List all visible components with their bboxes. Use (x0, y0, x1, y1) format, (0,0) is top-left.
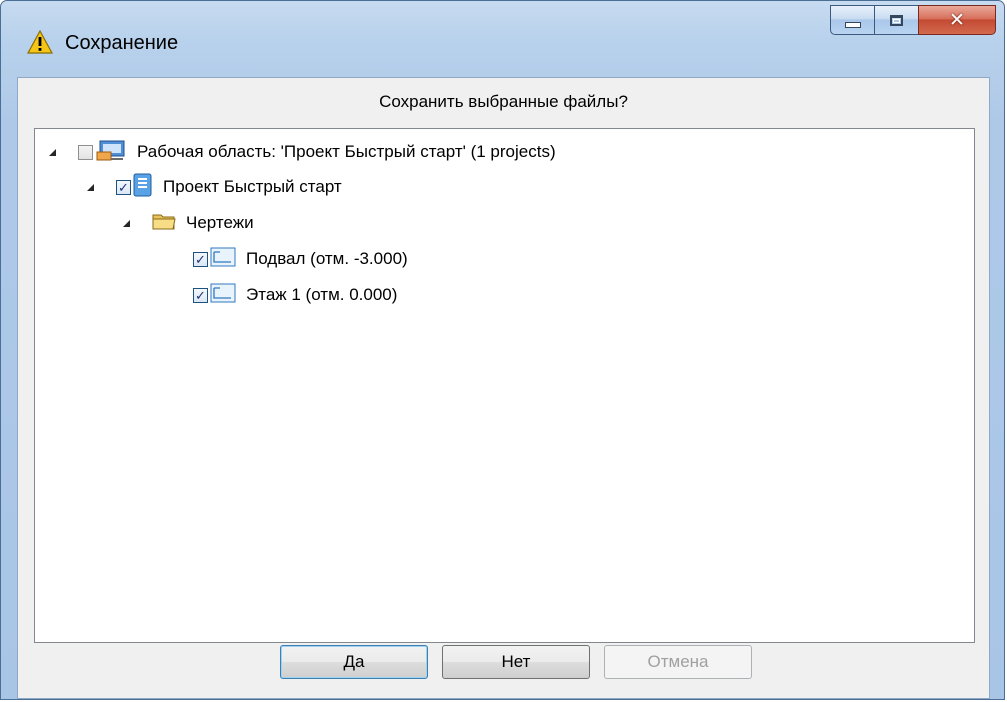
dialog-body: Сохранить выбранные файлы? Рабочая облас… (17, 77, 990, 699)
workspace-icon (95, 138, 127, 167)
minimize-icon (844, 22, 861, 28)
folder-icon (152, 211, 176, 236)
dialog-window: Сохранение ✕ Сохранить выбранные файлы? (0, 0, 1005, 700)
workspace-checkbox[interactable] (78, 144, 93, 160)
drawing-checkbox[interactable] (193, 251, 208, 267)
yes-button[interactable]: Да (280, 645, 428, 679)
tree-row-folder[interactable]: Чертежи (123, 208, 254, 238)
drawing-icon (210, 246, 236, 273)
tree-row-drawing[interactable]: Этаж 1 (отм. 0.000) (193, 280, 397, 310)
close-button[interactable]: ✕ (918, 5, 996, 35)
tree-label: Чертежи (186, 213, 254, 232)
minimize-button[interactable] (830, 5, 874, 35)
caption-buttons: ✕ (830, 5, 996, 37)
tree-row-drawing[interactable]: Подвал (отм. -3.000) (193, 244, 408, 274)
file-tree[interactable]: Рабочая область: 'Проект Быстрый старт' … (34, 128, 975, 643)
close-icon: ✕ (949, 9, 965, 31)
drawing-checkbox[interactable] (193, 287, 208, 303)
project-checkbox[interactable] (116, 179, 131, 195)
title-bar[interactable]: Сохранение ✕ (1, 1, 1004, 77)
window-title: Сохранение (65, 32, 179, 54)
expand-arrow-icon[interactable] (49, 148, 56, 156)
warning-icon (26, 29, 54, 54)
cancel-button[interactable]: Отмена (604, 645, 752, 679)
dialog-question: Сохранить выбранные файлы? (379, 92, 628, 111)
tree-row-workspace[interactable]: Рабочая область: 'Проект Быстрый старт' … (49, 137, 556, 167)
tree-label: Подвал (отм. -3.000) (246, 249, 408, 268)
tree-row-project[interactable]: Проект Быстрый старт (87, 172, 342, 202)
tree-label: Этаж 1 (отм. 0.000) (246, 285, 398, 304)
no-button[interactable]: Нет (442, 645, 590, 679)
expand-arrow-icon[interactable] (87, 183, 94, 191)
maximize-button[interactable] (874, 5, 918, 35)
project-icon (133, 173, 153, 202)
expand-arrow-icon[interactable] (123, 219, 130, 227)
tree-label: Проект Быстрый старт (163, 177, 342, 196)
drawing-icon (210, 282, 236, 309)
tree-label: Рабочая область: 'Проект Быстрый старт' … (137, 142, 556, 161)
maximize-icon (890, 14, 903, 26)
